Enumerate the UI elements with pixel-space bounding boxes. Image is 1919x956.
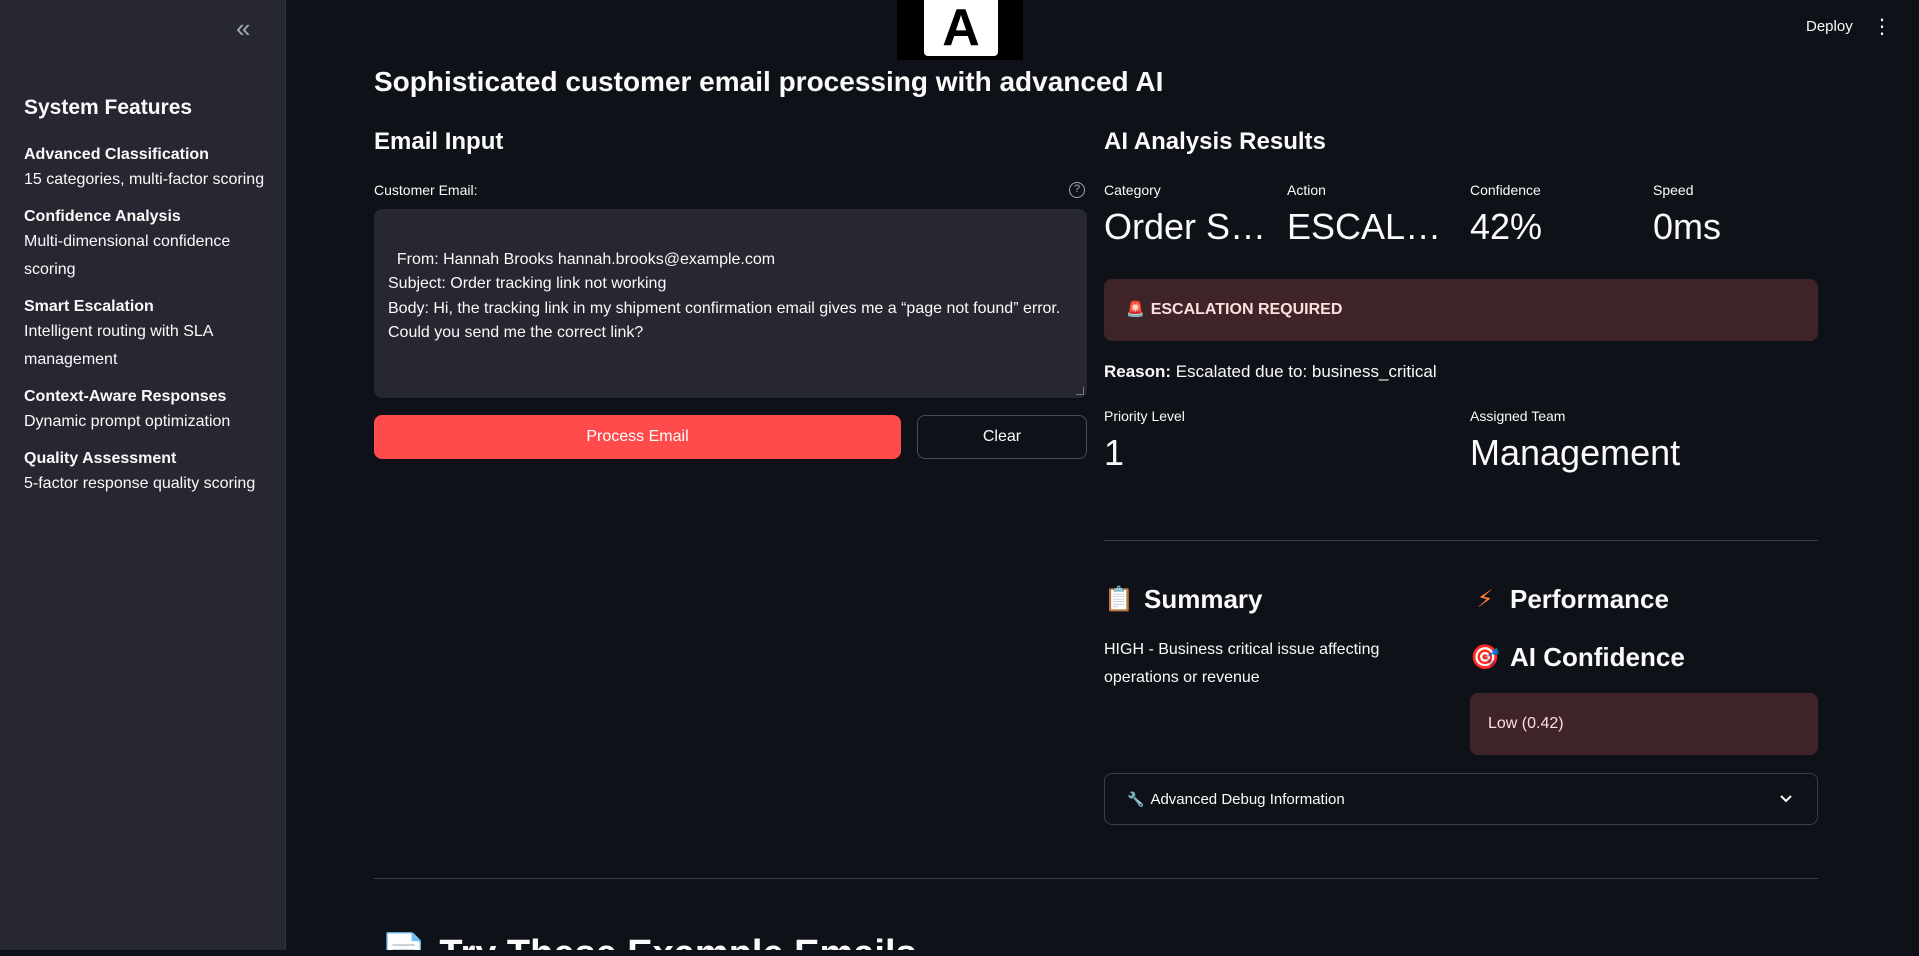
metric-label-confidence: Confidence <box>1470 182 1541 198</box>
performance-title: Performance <box>1510 584 1669 614</box>
metric-label-action: Action <box>1287 182 1326 198</box>
confidence-alert: Low (0.42) <box>1470 693 1818 755</box>
summary-text: HIGH - Business critical issue affecting… <box>1104 641 1380 686</box>
feature-desc: 5-factor response quality scoring <box>24 475 256 492</box>
feature-desc: Multi-dimensional confidence scoring <box>24 233 231 278</box>
team-label: Assigned Team <box>1470 408 1566 424</box>
customer-email-textarea[interactable]: From: Hannah Brooks hannah.brooks@exampl… <box>374 209 1087 398</box>
summary-heading: 📋 Summary <box>1104 584 1263 615</box>
metric-value-speed: 0ms <box>1653 206 1722 247</box>
deploy-button[interactable]: Deploy <box>1806 18 1853 35</box>
metric-label-speed: Speed <box>1653 182 1694 198</box>
page-title: Sophisticated customer email processing … <box>374 66 1164 97</box>
feature-name: Confidence Analysis <box>24 208 181 225</box>
clear-button[interactable]: Clear <box>917 415 1087 459</box>
feature-name: Smart Escalation <box>24 298 154 315</box>
wrench-icon: 🔧 <box>1127 791 1145 807</box>
resize-handle-icon[interactable] <box>1076 387 1084 395</box>
target-icon: 🎯 <box>1470 644 1500 671</box>
help-icon[interactable]: ? <box>1069 182 1085 198</box>
logo-letter: A <box>924 0 998 56</box>
metric-value-category: Order S… <box>1104 206 1267 247</box>
debug-expander[interactable]: 🔧 Advanced Debug Information <box>1104 773 1818 825</box>
siren-icon: 🚨 <box>1126 301 1145 318</box>
divider <box>1104 540 1818 541</box>
chevron-down-icon <box>1779 774 1793 844</box>
email-text: From: Hannah Brooks hannah.brooks@exampl… <box>388 250 1061 342</box>
performance-heading: ⚡ Performance <box>1470 584 1669 615</box>
process-email-button[interactable]: Process Email <box>374 415 901 459</box>
priority-value: 1 <box>1104 432 1125 473</box>
metric-label-category: Category <box>1104 182 1161 198</box>
main-menu-icon[interactable]: ⋮ <box>1872 16 1892 38</box>
feature-name: Advanced Classification <box>24 146 209 163</box>
ai-confidence-heading: 🎯 AI Confidence <box>1470 642 1685 673</box>
escalation-reason: Reason: Escalated due to: business_criti… <box>1104 362 1437 382</box>
feature-item: Advanced Classification 15 categories, m… <box>24 144 274 194</box>
metric-value-confidence: 42% <box>1470 206 1543 247</box>
escalation-alert: 🚨 ESCALATION REQUIRED <box>1104 279 1818 341</box>
clipboard-icon: 📋 <box>1104 586 1134 613</box>
feature-item: Smart Escalation Intelligent routing wit… <box>24 296 274 374</box>
feature-name: Context-Aware Responses <box>24 388 227 405</box>
feature-item: Quality Assessment 5-factor response qua… <box>24 448 274 498</box>
debug-label: Advanced Debug Information <box>1150 791 1345 808</box>
reason-label: Reason: <box>1104 362 1172 381</box>
feature-desc: Intelligent routing with SLA management <box>24 323 213 368</box>
collapse-sidebar-icon[interactable]: « <box>236 15 250 41</box>
sidebar: « System Features Advanced Classificatio… <box>0 0 286 950</box>
team-value: Management <box>1470 432 1681 473</box>
app-logo: A <box>897 0 1023 60</box>
results-heading: AI Analysis Results <box>1104 128 1326 155</box>
escalation-text: ESCALATION REQUIRED <box>1150 301 1343 318</box>
customer-email-label: Customer Email: <box>374 182 478 198</box>
feature-desc: 15 categories, multi-factor scoring <box>24 171 265 188</box>
email-input-heading: Email Input <box>374 128 504 155</box>
summary-title: Summary <box>1144 584 1263 614</box>
bottom-edge <box>0 950 1919 956</box>
ai-confidence-title: AI Confidence <box>1510 642 1685 672</box>
priority-label: Priority Level <box>1104 408 1185 424</box>
feature-item: Context-Aware Responses Dynamic prompt o… <box>24 386 274 436</box>
sidebar-title: System Features <box>24 96 193 119</box>
metric-value-action: ESCALA… <box>1287 206 1457 247</box>
lightning-icon: ⚡ <box>1476 586 1494 613</box>
reason-text: Escalated due to: business_critical <box>1171 362 1437 381</box>
feature-list: Advanced Classification 15 categories, m… <box>24 144 274 510</box>
feature-item: Confidence Analysis Multi-dimensional co… <box>24 206 274 284</box>
feature-desc: Dynamic prompt optimization <box>24 413 231 430</box>
divider <box>374 878 1818 879</box>
feature-name: Quality Assessment <box>24 450 177 467</box>
